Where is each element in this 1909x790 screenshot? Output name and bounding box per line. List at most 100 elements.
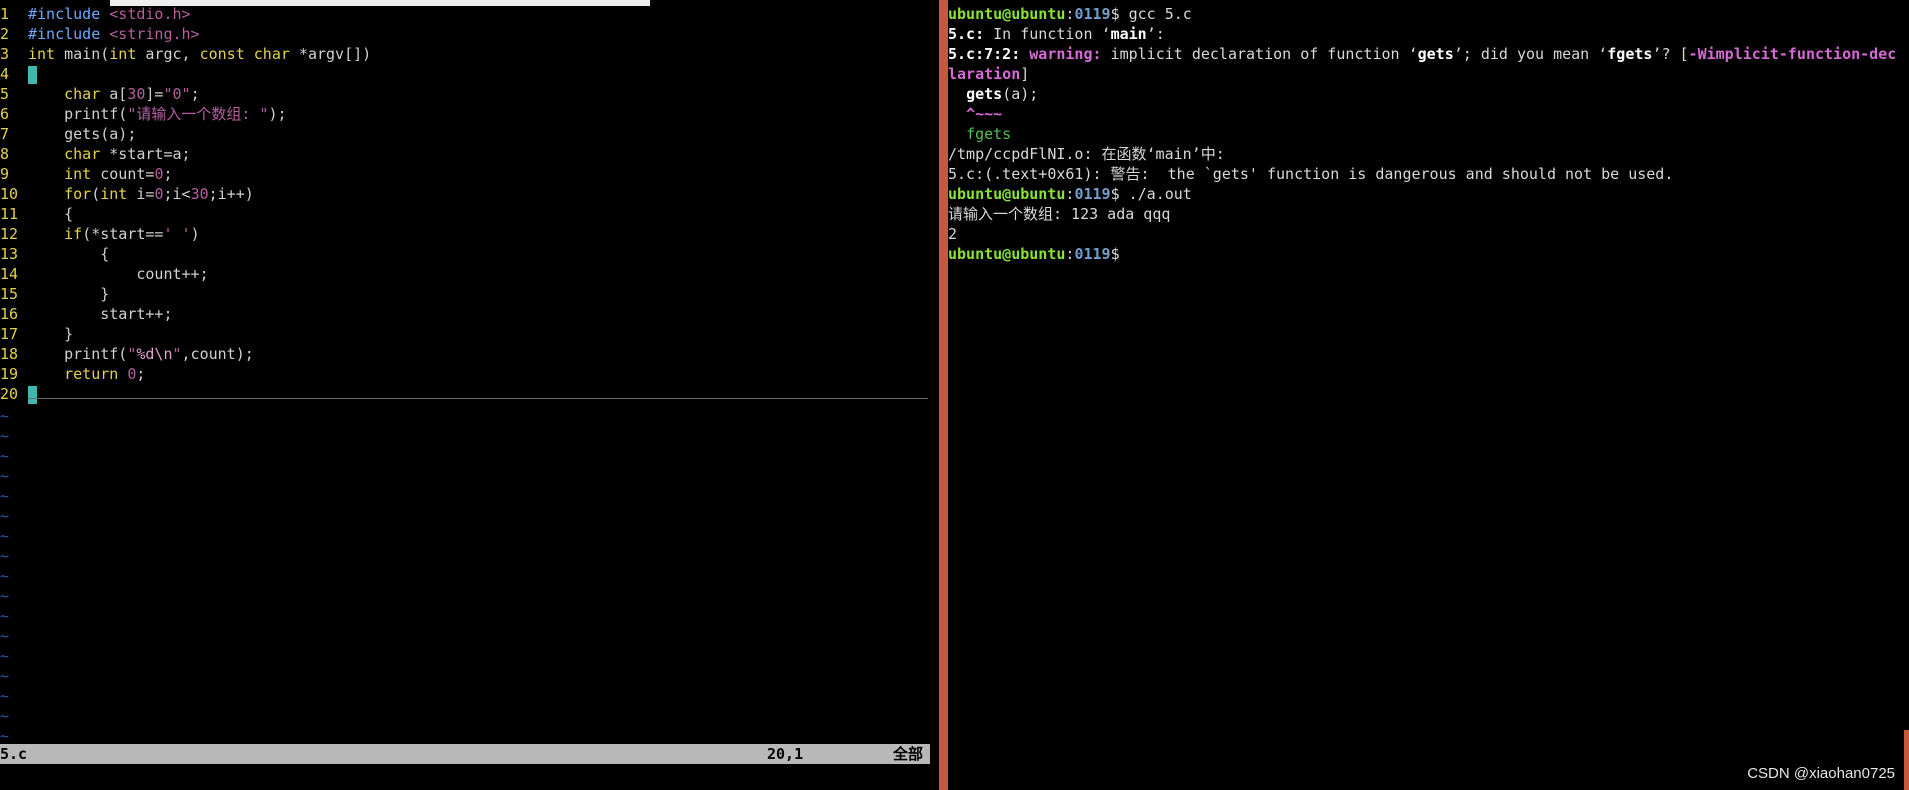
code-line[interactable]: 5 char a[30]="0"; bbox=[0, 84, 371, 104]
tilde-marker: ~ bbox=[0, 507, 10, 525]
code-token: count= bbox=[91, 165, 155, 183]
code-token: ;i++) bbox=[208, 185, 254, 203]
code-token: ); bbox=[268, 105, 287, 123]
code-token: <string.h> bbox=[109, 25, 200, 43]
tilde-marker: ~ bbox=[0, 667, 10, 685]
status-filename: 5.c bbox=[0, 745, 28, 763]
code-token: int bbox=[109, 45, 137, 63]
code-line[interactable]: 10 for(int i=0;i<30;i++) bbox=[0, 184, 371, 204]
code-line[interactable]: 8 char *start=a; bbox=[0, 144, 371, 164]
terminal-line: 5.c: In function ‘main’: bbox=[948, 24, 1909, 44]
code-token: } bbox=[28, 285, 110, 303]
code-line[interactable]: 19 return 0; bbox=[0, 364, 371, 384]
code-line[interactable]: 4 bbox=[0, 64, 371, 84]
vim-command-line[interactable] bbox=[0, 768, 930, 788]
code-line[interactable]: 1 #include <stdio.h> bbox=[0, 4, 371, 24]
terminal-text: (a); bbox=[1002, 85, 1039, 103]
code-token: ) bbox=[190, 225, 200, 243]
terminal-text: In function ‘ bbox=[984, 25, 1111, 43]
terminal-text: ’? [ bbox=[1652, 45, 1689, 63]
code-token: return bbox=[64, 365, 119, 383]
pane-divider[interactable] bbox=[939, 0, 948, 790]
code-token: char bbox=[64, 145, 101, 163]
terminal-output: ubuntu@ubuntu:0119$ gcc 5.c 5.c: In funct… bbox=[948, 4, 1909, 264]
tilde-marker: ~ bbox=[0, 687, 10, 705]
text-cursor bbox=[28, 385, 37, 404]
line-number: 7 bbox=[0, 125, 10, 143]
line-number: 3 bbox=[0, 45, 10, 63]
line-number: 13 bbox=[0, 245, 19, 263]
terminal-text: 请输入一个数组: 123 ada qqq bbox=[948, 205, 1171, 223]
line-number: 19 bbox=[0, 365, 19, 383]
code-buffer[interactable]: 1 #include <stdio.h> 2 #include <string.h> 3… bbox=[0, 4, 371, 404]
code-line[interactable]: 11 { bbox=[0, 204, 371, 224]
code-line[interactable]: 20 bbox=[0, 384, 371, 404]
vim-editor-pane[interactable]: 1 #include <stdio.h> 2 #include <string.h> 3… bbox=[0, 0, 939, 790]
line-number: 17 bbox=[0, 325, 19, 343]
line-number: 12 bbox=[0, 225, 19, 243]
empty-line-markers: ~ ~ ~ ~ ~ ~ ~ ~ ~ ~ ~ ~ ~ ~ ~ ~ ~ bbox=[0, 406, 9, 746]
cursorline-underline bbox=[28, 398, 928, 399]
terminal-text: 0119 bbox=[1074, 5, 1111, 23]
line-number: 4 bbox=[0, 65, 10, 83]
code-token: printf( bbox=[28, 105, 128, 123]
code-line[interactable]: 6 printf("请输入一个数组: "); bbox=[0, 104, 371, 124]
terminal-text: $ ./a.out bbox=[1110, 185, 1192, 203]
status-cursor-position: 20,1 bbox=[767, 745, 804, 763]
code-line[interactable]: 12 if(*start==' ') bbox=[0, 224, 371, 244]
terminal-line: ubuntu@ubuntu:0119$ bbox=[948, 244, 1909, 264]
line-number: 15 bbox=[0, 285, 19, 303]
code-line[interactable]: 18 printf("%d\n",count); bbox=[0, 344, 371, 364]
line-number: 2 bbox=[0, 25, 10, 43]
code-token: count++; bbox=[28, 265, 209, 283]
terminal-pane[interactable]: ubuntu@ubuntu:0119$ gcc 5.c 5.c: In funct… bbox=[948, 0, 1909, 790]
terminal-scrollbar[interactable] bbox=[1904, 730, 1909, 790]
line-number: 9 bbox=[0, 165, 10, 183]
tilde-marker: ~ bbox=[0, 407, 10, 425]
code-token: { bbox=[28, 245, 110, 263]
code-line[interactable]: 14 count++; bbox=[0, 264, 371, 284]
terminal-text: ’: bbox=[1146, 25, 1165, 43]
tilde-marker: ~ bbox=[0, 627, 10, 645]
terminal-text: fgets bbox=[1607, 45, 1653, 63]
terminal-text: 5.c:(.text+0x61): 警告: the `gets' functio… bbox=[948, 165, 1674, 183]
status-scroll-indicator: 全部 bbox=[893, 745, 924, 763]
code-line[interactable]: 7 gets(a); bbox=[0, 124, 371, 144]
tilde-marker: ~ bbox=[0, 707, 10, 725]
code-token: int bbox=[100, 185, 128, 203]
code-token: %d\n bbox=[136, 345, 173, 363]
code-token: int bbox=[28, 45, 56, 63]
terminal-text: warning: bbox=[1029, 45, 1102, 63]
terminal-text: ubuntu@ubuntu bbox=[948, 5, 1066, 23]
code-line[interactable]: 9 int count=0; bbox=[0, 164, 371, 184]
terminal-text: laration bbox=[948, 65, 1021, 83]
code-token: ]= bbox=[145, 85, 164, 103]
line-number: 11 bbox=[0, 205, 19, 223]
code-token: ; bbox=[136, 365, 146, 383]
tilde-marker: ~ bbox=[0, 647, 10, 665]
terminal-text: -Wimplicit-function-dec bbox=[1688, 45, 1897, 63]
code-line[interactable]: 3 int main(int argc, const char *argv[]) bbox=[0, 44, 371, 64]
terminal-line: 5.c:7:2: warning: implicit declaration o… bbox=[948, 44, 1909, 64]
code-line[interactable]: 13 { bbox=[0, 244, 371, 264]
code-token: main( bbox=[55, 45, 110, 63]
tilde-marker: ~ bbox=[0, 607, 10, 625]
code-token: } bbox=[28, 325, 74, 343]
code-token: (*start== bbox=[82, 225, 164, 243]
code-line[interactable]: 16 start++; bbox=[0, 304, 371, 324]
terminal-text: 5.c:7:2: bbox=[948, 45, 1021, 63]
code-line[interactable]: 15 } bbox=[0, 284, 371, 304]
code-token: int bbox=[64, 165, 92, 183]
tilde-marker: ~ bbox=[0, 447, 10, 465]
code-line[interactable]: 2 #include <string.h> bbox=[0, 24, 371, 44]
code-token: ;i< bbox=[163, 185, 191, 203]
code-token: { bbox=[28, 205, 74, 223]
terminal-text: 2 bbox=[948, 225, 958, 243]
code-token: i= bbox=[127, 185, 155, 203]
code-line[interactable]: 17 } bbox=[0, 324, 371, 344]
code-token: "请输入一个数组: " bbox=[127, 105, 269, 123]
